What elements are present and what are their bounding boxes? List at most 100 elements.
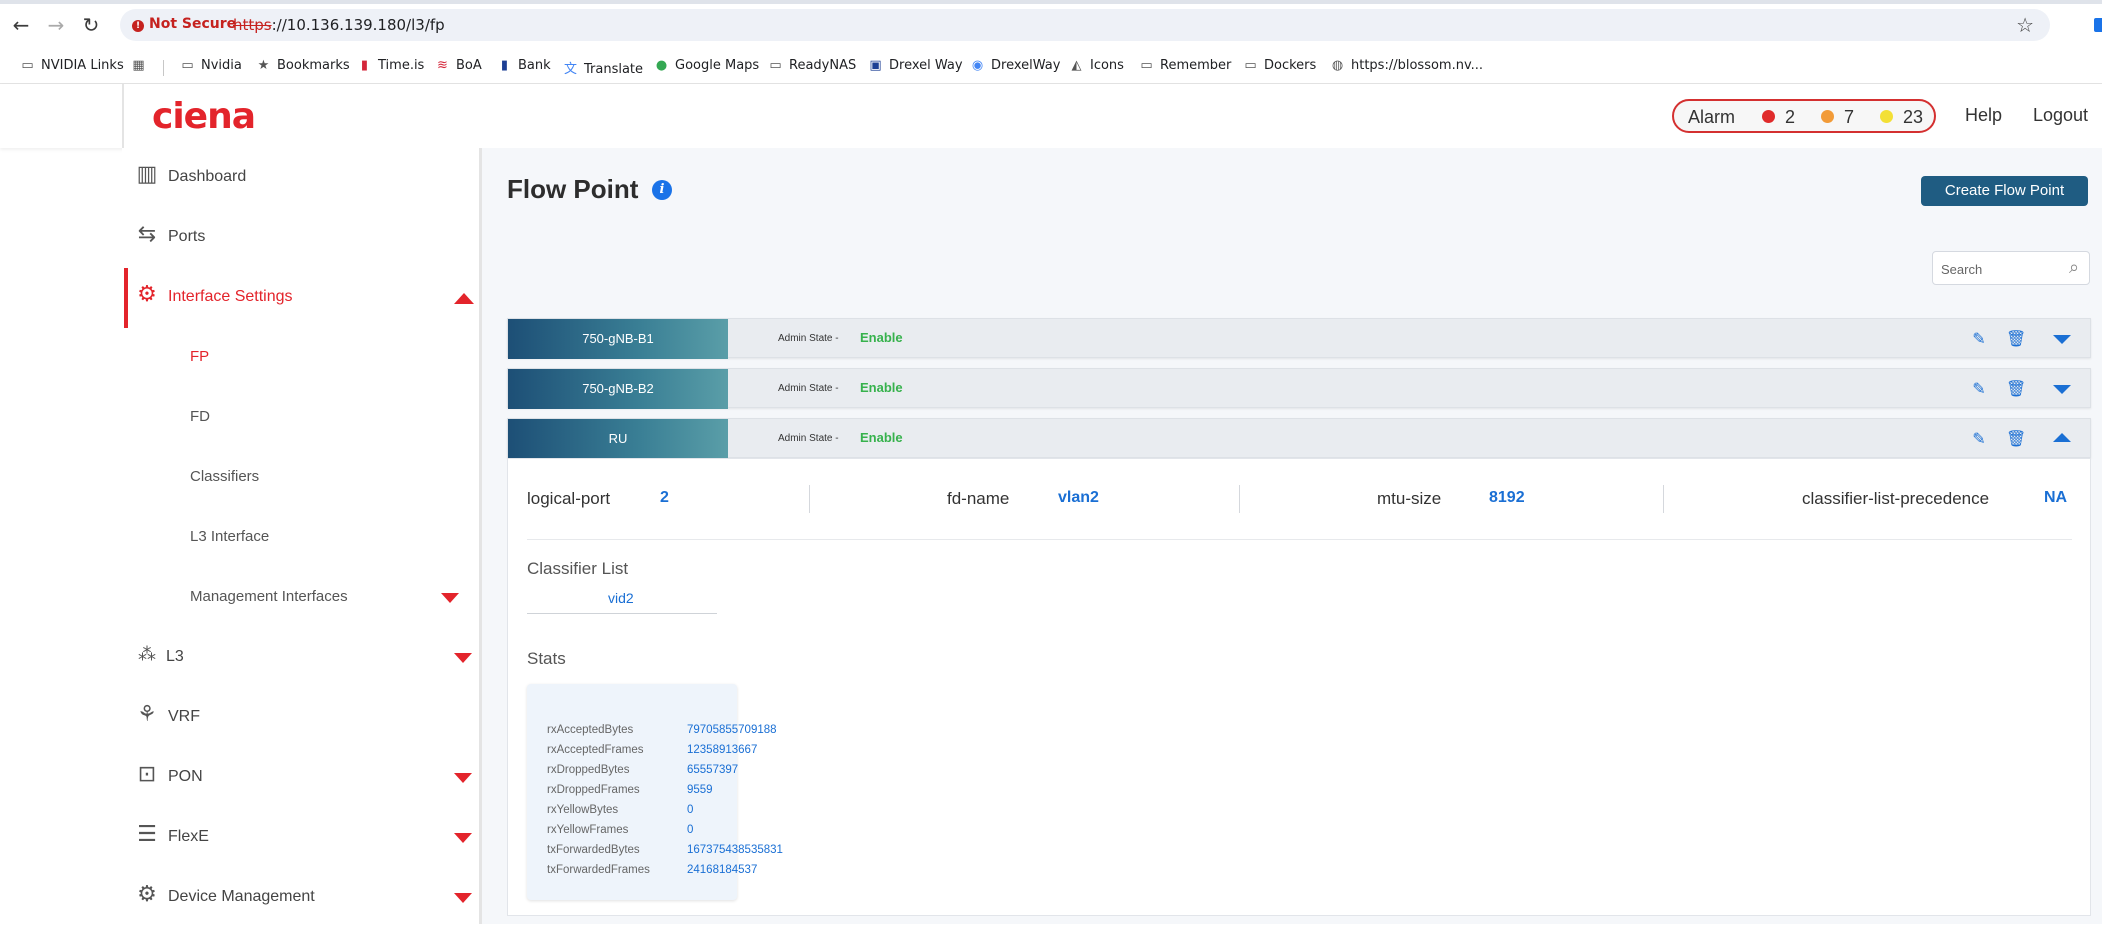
forward-arrow-icon[interactable]: → [45, 14, 67, 36]
folder-link-icon: ▭ [21, 58, 34, 73]
wireless-icon: ◉ [971, 58, 984, 73]
sidebar-subitem-management-interfaces[interactable]: Management Interfaces [124, 568, 480, 628]
bank-icon: ▮ [500, 58, 509, 73]
collapse-up-icon[interactable] [2053, 433, 2071, 442]
expand-down-icon[interactable] [2053, 335, 2071, 344]
bookmark-drexel-way[interactable]: ▣ Drexel Way [868, 58, 962, 73]
bookmark-bank[interactable]: ▮ Bank [497, 58, 551, 73]
trash-icon[interactable]: 🗑 [2006, 429, 2026, 449]
chevron-down-icon[interactable] [454, 773, 472, 783]
stats-title: Stats [527, 649, 566, 668]
pon-icon: ⊡ [137, 762, 157, 787]
bookmarks-divider [163, 60, 164, 76]
flow-point-name[interactable]: RU [508, 419, 728, 459]
search-box[interactable]: ⌕ [1932, 251, 2090, 285]
admin-state-value: Enable [860, 330, 903, 345]
chevron-down-icon[interactable] [454, 893, 472, 903]
sidebar-item-l3[interactable]: ⁂ L3 [124, 628, 480, 688]
tab-strip-edge [0, 0, 2102, 4]
browser-toolbar: ← → ↻ ! Not Secure https://10.136.139.180… [0, 0, 2102, 50]
details-divider [527, 539, 2072, 540]
bookmark-readynas[interactable]: ▭ ReadyNAS [768, 58, 856, 73]
flow-point-row[interactable]: 750-gNB-B1 Admin State - Enable ✎ 🗑 [507, 318, 2091, 359]
extension-icon[interactable] [2094, 18, 2102, 32]
help-link[interactable]: Help [1965, 105, 2002, 126]
field-divider [1663, 485, 1664, 513]
back-arrow-icon[interactable]: ← [10, 14, 32, 36]
sidebar-subitem-l3-interface[interactable]: L3 Interface [124, 508, 480, 568]
bookmark-bookmarks[interactable]: ★ Bookmarks [256, 58, 350, 73]
chevron-down-icon[interactable] [454, 833, 472, 843]
flexe-icon: ☰ [137, 822, 157, 847]
folder-icon: ▭ [1140, 58, 1153, 73]
flow-point-row[interactable]: 750-gNB-B2 Admin State - Enable ✎ 🗑 [507, 368, 2091, 409]
alarm-major[interactable]: 7 [1821, 107, 1854, 128]
sidebar-item-dashboard[interactable]: ▥ Dashboard [124, 148, 480, 208]
fd-name-label: fd-name [947, 489, 1010, 508]
edit-icon[interactable]: ✎ [1969, 429, 1989, 449]
admin-state-value: Enable [860, 430, 903, 445]
admin-state-value: Enable [860, 380, 903, 395]
folder-icon: ▭ [181, 58, 194, 73]
trash-icon[interactable]: 🗑 [2006, 329, 2026, 349]
bookmark-star-icon[interactable]: ☆ [2016, 13, 2034, 37]
logout-link[interactable]: Logout [2033, 105, 2088, 126]
bookmark-translate[interactable]: 文 Translate [563, 58, 643, 77]
sidebar-subitem-fd[interactable]: FD [124, 388, 480, 448]
flow-point-name[interactable]: 750-gNB-B2 [508, 369, 728, 409]
search-input[interactable] [1941, 260, 2061, 278]
security-indicator[interactable]: ! Not Secure [132, 16, 236, 32]
classifier-link[interactable]: vid2 [608, 590, 634, 606]
admin-state-label: Admin State - [778, 383, 839, 394]
minor-dot-icon [1880, 110, 1893, 123]
reload-icon[interactable]: ↻ [80, 14, 102, 36]
chevron-down-icon[interactable] [454, 653, 472, 663]
apps-grid-icon[interactable]: ▦ [131, 58, 152, 73]
chevron-up-icon[interactable] [454, 293, 474, 304]
bookmark-timeis[interactable]: ▮ Time.is [357, 58, 424, 73]
sidebar-item-pon[interactable]: ⊡ PON [124, 748, 480, 808]
info-icon[interactable]: i [652, 180, 672, 200]
sidebar: ▥ Dashboard ⇆ Ports ⚙ Interface Settings… [122, 148, 482, 924]
folder-icon: ▭ [1244, 58, 1257, 73]
alarm-minor[interactable]: 23 [1880, 107, 1923, 128]
app-header: ciena Alarm 2 7 23 Help Logout [0, 84, 2102, 148]
chevron-down-icon[interactable] [441, 593, 459, 603]
sidebar-subitem-fp[interactable]: FP [124, 328, 480, 388]
bookmark-drexelway[interactable]: ◉ DrexelWay [970, 58, 1061, 73]
sidebar-item-vrf[interactable]: ⚘ VRF [124, 688, 480, 748]
sidebar-item-flexe[interactable]: ☰ FlexE [124, 808, 480, 868]
admin-state-label: Admin State - [778, 333, 839, 344]
edit-icon[interactable]: ✎ [1969, 329, 1989, 349]
logical-port-value: 2 [660, 489, 669, 506]
url-text[interactable]: https://10.136.139.180/l3/fp [233, 16, 445, 34]
flow-point-name[interactable]: 750-gNB-B1 [508, 319, 728, 359]
alarm-summary[interactable]: Alarm 2 7 23 [1672, 99, 1936, 133]
bookmark-blossom[interactable]: ◍ https://blossom.nv... [1330, 58, 1483, 73]
bookmark-google-maps[interactable]: ● Google Maps [654, 58, 759, 73]
address-bar[interactable]: ! Not Secure https://10.136.139.180/l3/fp… [120, 9, 2050, 41]
flow-point-row[interactable]: RU Admin State - Enable ✎ 🗑 [507, 418, 2091, 459]
bookmark-boa[interactable]: ≋ BoA [435, 58, 482, 73]
alarm-critical[interactable]: 2 [1762, 107, 1795, 128]
trash-icon[interactable]: 🗑 [2006, 379, 2026, 399]
active-indicator [124, 268, 128, 328]
bookmark-nvidia[interactable]: ▭ Nvidia [180, 58, 242, 73]
timeis-icon: ▮ [360, 58, 369, 73]
sidebar-item-interface-settings[interactable]: ⚙ Interface Settings [124, 268, 480, 328]
sidebar-item-device-management[interactable]: ⚙ Device Management [124, 868, 480, 928]
ciena-logo[interactable]: ciena [152, 96, 256, 137]
create-flow-point-button[interactable]: Create Flow Point [1921, 176, 2088, 206]
search-icon[interactable]: ⌕ [2063, 257, 2085, 279]
mtu-size-value: 8192 [1489, 489, 1525, 506]
bookmark-remember[interactable]: ▭ Remember [1139, 58, 1231, 73]
bookmark-icons[interactable]: ◭ Icons [1069, 58, 1124, 73]
edit-icon[interactable]: ✎ [1969, 379, 1989, 399]
sidebar-item-ports[interactable]: ⇆ Ports [124, 208, 480, 268]
critical-dot-icon [1762, 110, 1775, 123]
bookmark-dockers[interactable]: ▭ Dockers [1243, 58, 1316, 73]
expand-down-icon[interactable] [2053, 385, 2071, 394]
sidebar-subitem-classifiers[interactable]: Classifiers [124, 448, 480, 508]
bookmark-nvidia-links[interactable]: ▭ NVIDIA Links [20, 58, 123, 73]
fd-name-value[interactable]: vlan2 [1058, 489, 1099, 507]
